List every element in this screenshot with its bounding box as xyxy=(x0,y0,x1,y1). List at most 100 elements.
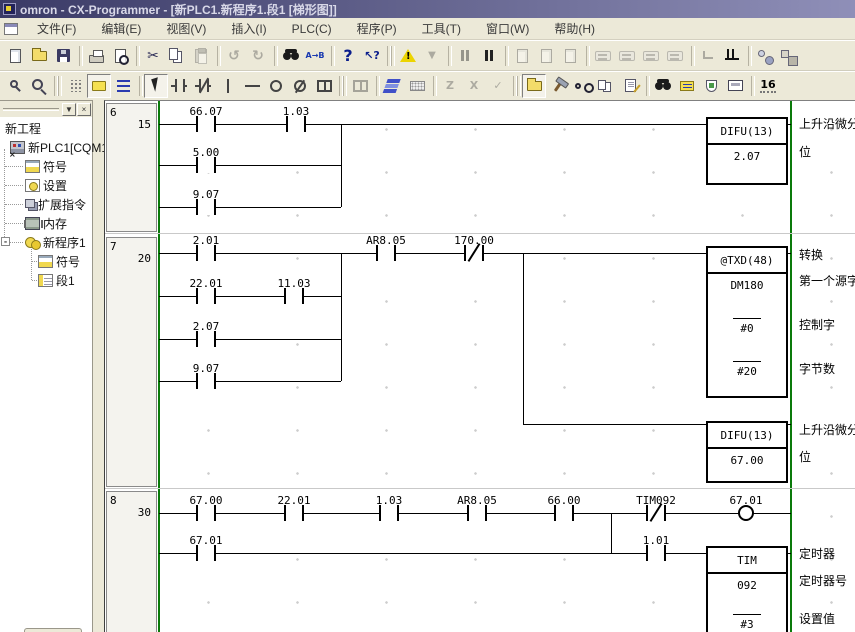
symbol-table-button[interactable] xyxy=(381,74,405,98)
invert-button[interactable] xyxy=(348,74,372,98)
instruction-box-button[interactable] xyxy=(312,74,336,98)
find-button[interactable] xyxy=(279,44,303,68)
menu-item-insert[interactable]: 插入(I) xyxy=(222,18,275,39)
menu-item-tools[interactable]: 工具(T) xyxy=(413,18,470,39)
program-upload-button[interactable] xyxy=(534,44,558,68)
transfer-to-plc-button[interactable]: ▼ xyxy=(420,44,444,68)
print-button[interactable] xyxy=(84,44,108,68)
address-reference-button[interactable] xyxy=(675,74,699,98)
menu-item-program[interactable]: 程序(P) xyxy=(348,18,406,39)
properties-button[interactable] xyxy=(618,74,642,98)
tree-item-settings[interactable]: 设置 xyxy=(25,176,67,195)
contact-no[interactable] xyxy=(554,505,574,521)
contact-no[interactable] xyxy=(286,116,306,132)
project-window-button[interactable] xyxy=(522,74,546,98)
rung-header[interactable]: 615 xyxy=(106,103,157,232)
zoom-out-button[interactable] xyxy=(3,74,27,98)
tree-item-section[interactable]: 段1 xyxy=(38,271,75,290)
io-comment-button[interactable] xyxy=(405,74,429,98)
monitor-button[interactable] xyxy=(720,44,744,68)
contact-nc[interactable] xyxy=(464,245,484,261)
find-report-button[interactable] xyxy=(651,74,675,98)
contact-no[interactable] xyxy=(196,505,216,521)
contact-no[interactable] xyxy=(284,288,304,304)
step-run-button[interactable] xyxy=(696,44,720,68)
contact-no[interactable] xyxy=(646,545,666,561)
print-preview-button[interactable] xyxy=(108,44,132,68)
zoom-in-button[interactable] xyxy=(27,74,51,98)
tree-expander[interactable]: - xyxy=(1,237,10,246)
menu-item-plc[interactable]: PLC(C) xyxy=(283,20,341,38)
menu-item-file[interactable]: 文件(F) xyxy=(28,18,85,39)
copy-button[interactable] xyxy=(165,44,189,68)
monitor-reset-button[interactable]: X xyxy=(462,74,486,98)
undo-button[interactable]: ↺ xyxy=(222,44,246,68)
contact-no[interactable] xyxy=(196,199,216,215)
pause-monitor-button[interactable] xyxy=(477,44,501,68)
select-button[interactable] xyxy=(144,74,168,98)
monitor-hex-button[interactable]: 16 xyxy=(756,74,780,98)
plc-settings-button[interactable] xyxy=(615,44,639,68)
menu-item-edit[interactable]: 编辑(E) xyxy=(92,18,150,39)
instruction-block[interactable]: @TXD(48)DM180#0#20 xyxy=(706,246,788,398)
contact-no[interactable] xyxy=(196,116,216,132)
line-vertical-button[interactable] xyxy=(216,74,240,98)
io-table-button[interactable] xyxy=(591,44,615,68)
address-tools-button[interactable] xyxy=(546,74,570,98)
output-window-button[interactable] xyxy=(723,74,747,98)
save-button[interactable] xyxy=(51,44,75,68)
workspace-tab[interactable] xyxy=(24,628,82,632)
memory-cassette-button[interactable] xyxy=(639,44,663,68)
contact-no[interactable] xyxy=(196,157,216,173)
contact-no[interactable] xyxy=(196,245,216,261)
new-button[interactable] xyxy=(3,44,27,68)
tree-item-program[interactable]: 新程序1 xyxy=(25,233,86,252)
watch-window-button[interactable] xyxy=(570,74,594,98)
context-help-button[interactable]: ↖? xyxy=(360,44,384,68)
instruction-block[interactable]: DIFU(13)2.07 xyxy=(706,117,788,185)
drag-handle[interactable] xyxy=(3,108,59,111)
rung-annotation-button[interactable] xyxy=(111,74,135,98)
coil-out-button[interactable] xyxy=(264,74,288,98)
program-check-button[interactable] xyxy=(510,44,534,68)
help-button[interactable]: ? xyxy=(336,44,360,68)
open-button[interactable] xyxy=(27,44,51,68)
differential-monitor-button[interactable] xyxy=(753,44,777,68)
workspace-close-button[interactable]: × xyxy=(77,103,91,116)
contact-nc[interactable] xyxy=(646,505,666,521)
menu-item-window[interactable]: 窗口(W) xyxy=(477,18,538,39)
memory-view-button[interactable] xyxy=(699,74,723,98)
contact-nc-button[interactable] xyxy=(192,74,216,98)
rung-header[interactable]: 720 xyxy=(106,237,157,487)
line-horizontal-button[interactable] xyxy=(240,74,264,98)
data-trace-button[interactable] xyxy=(777,44,801,68)
replace-button[interactable]: A→B xyxy=(303,44,327,68)
mdi-child-icon[interactable] xyxy=(4,23,18,35)
contact-no[interactable] xyxy=(467,505,487,521)
tree-item-project[interactable]: 新工程 xyxy=(2,119,41,138)
coil-not-button[interactable] xyxy=(288,74,312,98)
tree-item-plc[interactable]: 新PLC1[CQM1] xyxy=(10,138,111,157)
cross-reference-button[interactable] xyxy=(594,74,618,98)
contact-no-button[interactable] xyxy=(168,74,192,98)
monitor-set-button[interactable]: Z xyxy=(438,74,462,98)
contact-no[interactable] xyxy=(196,288,216,304)
tree-item-instructions[interactable]: 扩展指令 xyxy=(25,195,86,214)
pause-button[interactable] xyxy=(453,44,477,68)
workspace-dropdown-button[interactable]: ▼ xyxy=(62,103,76,116)
instruction-block[interactable]: DIFU(13)67.00 xyxy=(706,421,788,483)
contact-no[interactable] xyxy=(379,505,399,521)
redo-button[interactable]: ↻ xyxy=(246,44,270,68)
rung-comment-button[interactable] xyxy=(87,74,111,98)
tree-item-symbols[interactable]: 符号 xyxy=(25,157,67,176)
contact-no[interactable] xyxy=(196,373,216,389)
menu-item-help[interactable]: 帮助(H) xyxy=(545,18,604,39)
cut-button[interactable]: ✂ xyxy=(141,44,165,68)
output-coil[interactable] xyxy=(738,505,754,521)
plc-memory-button[interactable] xyxy=(663,44,687,68)
program-compare-button[interactable] xyxy=(558,44,582,68)
tree-item-memory[interactable]: 内存 xyxy=(25,214,67,233)
show-grid-button[interactable] xyxy=(63,74,87,98)
contact-no[interactable] xyxy=(196,545,216,561)
contact-no[interactable] xyxy=(284,505,304,521)
